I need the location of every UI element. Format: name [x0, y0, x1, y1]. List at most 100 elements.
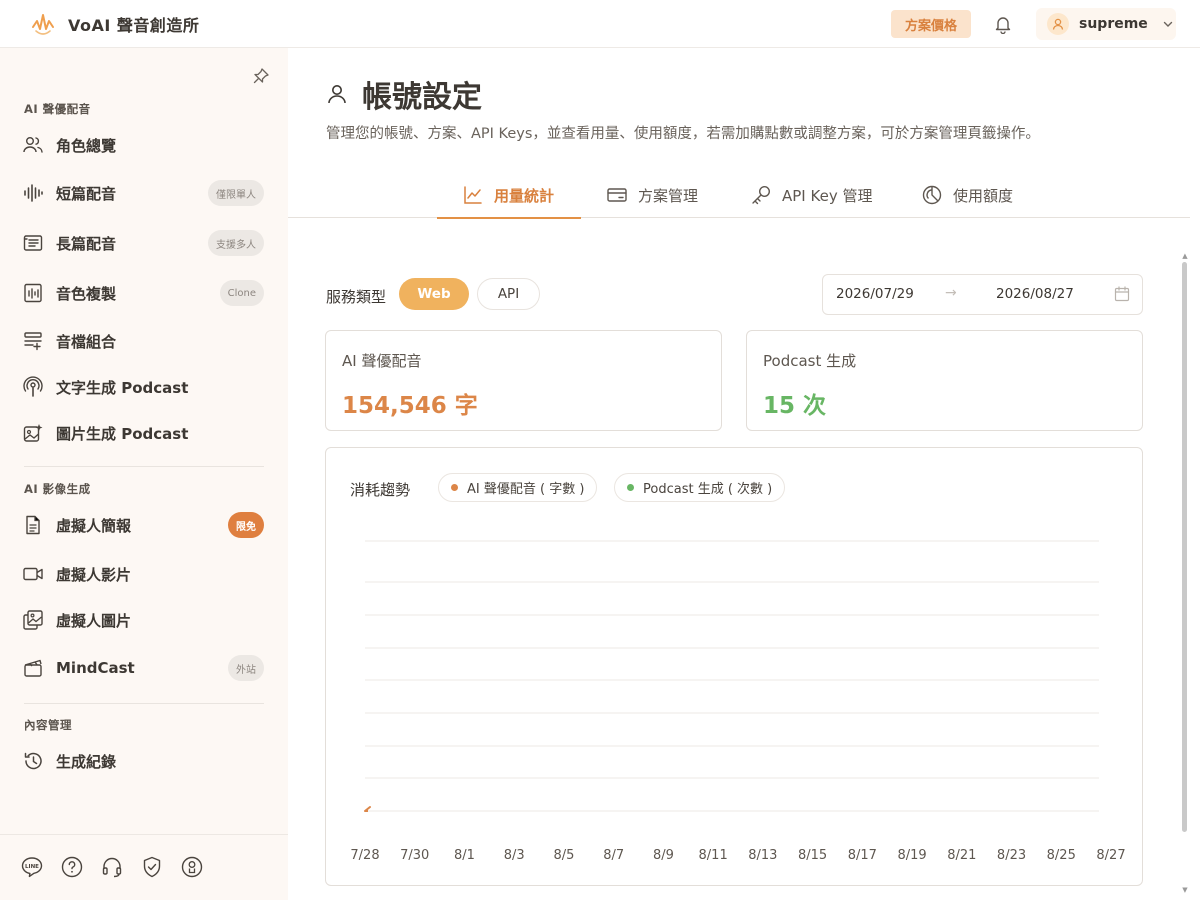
tab-quota[interactable]: 使用額度 [921, 172, 1013, 218]
date-range-picker[interactable]: 2026/07/29 → 2026/08/27 [822, 274, 1143, 315]
tab-label: 方案管理 [638, 186, 699, 205]
sidebar-item-label: 虛擬人簡報 [56, 516, 132, 535]
arrow-right-icon: → [945, 285, 957, 301]
sidebar-item-characters[interactable]: 角色總覽 [22, 127, 268, 163]
sidebar-item-label: MindCast [56, 659, 135, 677]
x-tick-label: 8/15 [798, 848, 827, 863]
sidebar-item-text-podcast[interactable]: 文字生成 Podcast [22, 369, 268, 405]
image-icon [22, 609, 44, 631]
user-menu[interactable]: supreme [1036, 8, 1176, 40]
page-description: 管理您的帳號、方案、API Keys，並查看用量、使用額度，若需加購點數或調整方… [326, 126, 1040, 142]
sidebar-item-label: 虛擬人影片 [56, 565, 132, 584]
stat-value: 154,546 字 [342, 393, 478, 419]
waveform-icon [22, 182, 44, 204]
scrollbar-thumb[interactable] [1182, 262, 1187, 832]
tab-usage[interactable]: 用量統計 [437, 172, 581, 219]
tab-label: 用量統計 [494, 186, 555, 205]
section-title-content: 內容管理 [24, 718, 72, 732]
sidebar-item-label: 文字生成 Podcast [56, 378, 189, 397]
divider [24, 466, 264, 467]
x-tick-label: 8/7 [603, 848, 624, 863]
line-icon[interactable]: LINE [20, 855, 44, 879]
user-icon [1052, 18, 1064, 30]
tab-api-key[interactable]: API Key 管理 [750, 172, 872, 218]
tab-bar: 用量統計 方案管理 API Key 管理 使用額度 [288, 172, 1190, 219]
pin-icon[interactable] [251, 66, 271, 86]
document-list-icon [22, 232, 44, 254]
tab-label: 使用額度 [953, 186, 1014, 205]
sidebar-badge: 僅限單人 [208, 180, 264, 206]
x-tick-label: 8/25 [1047, 848, 1076, 863]
date-end[interactable]: 2026/08/27 [996, 286, 1074, 302]
x-tick-label: 8/21 [947, 848, 976, 863]
sidebar-item-voice-clone[interactable]: 音色複製 Clone [22, 275, 268, 311]
service-api-toggle[interactable]: API [477, 278, 540, 310]
sidebar-badge: Clone [219, 280, 264, 306]
key-icon [750, 184, 772, 206]
brand[interactable]: VoAI 聲音創造所 [30, 11, 199, 37]
pricing-button[interactable]: 方案價格 [891, 10, 971, 38]
page-header: 帳號設定 [326, 72, 482, 116]
sidebar-item-label: 虛擬人圖片 [56, 611, 132, 630]
image-sparkle-icon [22, 422, 44, 444]
sidebar-item-audio-combine[interactable]: 音檔組合 [22, 323, 268, 359]
sidebar-item-short-dubbing[interactable]: 短篇配音 僅限單人 [22, 175, 268, 211]
privacy-icon[interactable] [180, 855, 204, 879]
podcast-icon [22, 376, 44, 398]
sidebar-badge: 限免 [228, 512, 264, 538]
x-tick-label: 8/19 [897, 848, 926, 863]
shield-check-icon[interactable] [140, 855, 164, 879]
user-icon [328, 85, 346, 104]
video-icon [22, 563, 44, 585]
service-web-toggle[interactable]: Web [399, 278, 469, 310]
sidebar-badge: 支援多人 [208, 230, 264, 256]
trend-chart: 7/28 7/30 8/1 8/3 8/5 8/7 8/9 8/11 8/13 8/15 8/17 8… [350, 540, 1126, 863]
x-tick-label: 8/3 [504, 848, 525, 863]
sidebar-item-history[interactable]: 生成紀錄 [22, 743, 268, 779]
x-tick-label: 8/27 [1096, 848, 1125, 863]
x-tick-label: 8/17 [848, 848, 877, 863]
section-title-voice: AI 聲優配音 [24, 102, 91, 116]
x-tick-label: 7/30 [400, 848, 429, 863]
trend-chart-card: 消耗趨勢 AI 聲優配音 ( 字數 ) Podcast 生成 ( 次數 ) 7/… [325, 447, 1143, 886]
sidebar: AI 聲優配音 角色總覽 短篇配音 僅限單人 長篇配音 支援多人 音色複製 Cl… [0, 48, 288, 900]
sidebar-footer: LINE [0, 834, 288, 900]
x-tick-label: 8/9 [653, 848, 674, 863]
sidebar-item-label: 音色複製 [56, 284, 117, 303]
headset-icon[interactable] [100, 855, 124, 879]
x-tick-label: 8/13 [748, 848, 777, 863]
sidebar-item-label: 圖片生成 Podcast [56, 424, 189, 443]
service-type-label: 服務類型 [326, 288, 387, 306]
sidebar-item-label: 音檔組合 [56, 332, 117, 351]
sidebar-item-avatar-image[interactable]: 虛擬人圖片 [22, 602, 268, 638]
stat-value: 15 次 [763, 393, 827, 419]
credit-card-icon [606, 184, 628, 206]
scroll-up-arrow[interactable]: ▲ [1181, 252, 1189, 260]
stat-card-podcast: Podcast 生成 15 次 [746, 330, 1143, 431]
users-icon [22, 134, 44, 156]
sidebar-item-long-dubbing[interactable]: 長篇配音 支援多人 [22, 225, 268, 261]
x-tick-label: 8/5 [553, 848, 574, 863]
avatar [1047, 13, 1069, 35]
tab-label: API Key 管理 [782, 186, 873, 205]
top-bar: VoAI 聲音創造所 方案價格 supreme [0, 0, 1200, 48]
scroll-down-arrow[interactable]: ▼ [1181, 886, 1189, 894]
tab-plan[interactable]: 方案管理 [606, 172, 698, 218]
page-title: 帳號設定 [362, 80, 482, 115]
help-icon[interactable] [60, 855, 84, 879]
bell-icon[interactable] [993, 14, 1013, 34]
stack-add-icon [22, 330, 44, 352]
x-tick-label: 8/23 [997, 848, 1026, 863]
sidebar-item-avatar-presentation[interactable]: 虛擬人簡報 限免 [22, 507, 268, 543]
sidebar-item-image-podcast[interactable]: 圖片生成 Podcast [22, 415, 268, 451]
brand-logo-icon [32, 13, 54, 35]
stat-card-voice: AI 聲優配音 154,546 字 [325, 330, 722, 431]
clapperboard-icon [22, 657, 44, 679]
sidebar-item-mindcast[interactable]: MindCast 外站 [22, 650, 268, 686]
sidebar-item-label: 長篇配音 [56, 234, 117, 253]
sidebar-item-avatar-video[interactable]: 虛擬人影片 [22, 556, 268, 592]
divider [24, 703, 264, 704]
brand-name: VoAI 聲音創造所 [68, 15, 200, 35]
stat-label: AI 聲優配音 [342, 352, 422, 370]
date-start[interactable]: 2026/07/29 [836, 286, 914, 302]
